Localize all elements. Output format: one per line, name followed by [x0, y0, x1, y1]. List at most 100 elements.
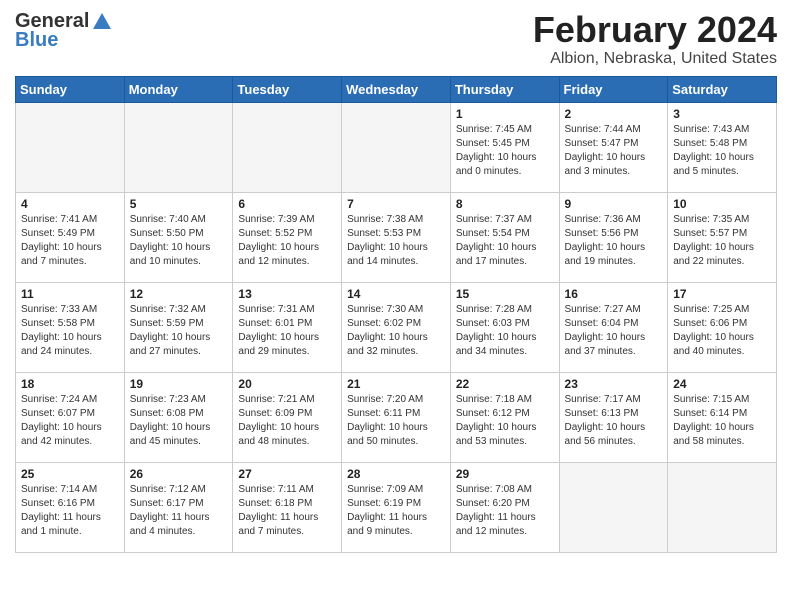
day-number: 10: [673, 197, 771, 211]
day-info: Sunrise: 7:21 AM Sunset: 6:09 PM Dayligh…: [238, 393, 336, 449]
day-cell: 4 Sunrise: 7:41 AM Sunset: 5:49 PM Daylig…: [16, 192, 125, 282]
day-number: 9: [565, 197, 663, 211]
day-info: Sunrise: 7:14 AM Sunset: 6:16 PM Dayligh…: [21, 483, 119, 539]
day-cell: 19 Sunrise: 7:23 AM Sunset: 6:08 PM Dayli…: [124, 372, 233, 462]
day-cell: 3 Sunrise: 7:43 AM Sunset: 5:48 PM Daylig…: [668, 102, 777, 192]
day-number: 13: [238, 287, 336, 301]
day-number: 23: [565, 377, 663, 391]
day-info: Sunrise: 7:28 AM Sunset: 6:03 PM Dayligh…: [456, 303, 554, 359]
week-row-5: 25 Sunrise: 7:14 AM Sunset: 6:16 PM Dayli…: [16, 462, 777, 552]
day-number: 26: [130, 467, 228, 481]
day-number: 7: [347, 197, 445, 211]
day-cell: 10 Sunrise: 7:35 AM Sunset: 5:57 PM Dayli…: [668, 192, 777, 282]
weekday-header-wednesday: Wednesday: [342, 76, 451, 102]
day-number: 20: [238, 377, 336, 391]
day-info: Sunrise: 7:23 AM Sunset: 6:08 PM Dayligh…: [130, 393, 228, 449]
day-number: 12: [130, 287, 228, 301]
day-info: Sunrise: 7:41 AM Sunset: 5:49 PM Dayligh…: [21, 213, 119, 269]
day-number: 19: [130, 377, 228, 391]
day-cell: [124, 102, 233, 192]
day-info: Sunrise: 7:20 AM Sunset: 6:11 PM Dayligh…: [347, 393, 445, 449]
day-info: Sunrise: 7:39 AM Sunset: 5:52 PM Dayligh…: [238, 213, 336, 269]
day-cell: 17 Sunrise: 7:25 AM Sunset: 6:06 PM Dayli…: [668, 282, 777, 372]
day-cell: 21 Sunrise: 7:20 AM Sunset: 6:11 PM Dayli…: [342, 372, 451, 462]
day-cell: 5 Sunrise: 7:40 AM Sunset: 5:50 PM Daylig…: [124, 192, 233, 282]
day-number: 18: [21, 377, 119, 391]
day-cell: 1 Sunrise: 7:45 AM Sunset: 5:45 PM Daylig…: [450, 102, 559, 192]
day-number: 4: [21, 197, 119, 211]
day-info: Sunrise: 7:18 AM Sunset: 6:12 PM Dayligh…: [456, 393, 554, 449]
day-cell: 27Sunrise: 7:11 AM Sunset: 6:18 PM Dayli…: [233, 462, 342, 552]
day-cell: 20 Sunrise: 7:21 AM Sunset: 6:09 PM Dayli…: [233, 372, 342, 462]
week-row-4: 18 Sunrise: 7:24 AM Sunset: 6:07 PM Dayli…: [16, 372, 777, 462]
day-info: Sunrise: 7:31 AM Sunset: 6:01 PM Dayligh…: [238, 303, 336, 359]
week-row-1: 1 Sunrise: 7:45 AM Sunset: 5:45 PM Daylig…: [16, 102, 777, 192]
day-number: 29: [456, 467, 554, 481]
day-cell: [233, 102, 342, 192]
day-cell: 22 Sunrise: 7:18 AM Sunset: 6:12 PM Dayli…: [450, 372, 559, 462]
week-row-2: 4 Sunrise: 7:41 AM Sunset: 5:49 PM Daylig…: [16, 192, 777, 282]
day-cell: 6Sunrise: 7:39 AM Sunset: 5:52 PM Daylig…: [233, 192, 342, 282]
day-info: Sunrise: 7:45 AM Sunset: 5:45 PM Dayligh…: [456, 123, 554, 179]
day-info: Sunrise: 7:35 AM Sunset: 5:57 PM Dayligh…: [673, 213, 771, 269]
day-info: Sunrise: 7:15 AM Sunset: 6:14 PM Dayligh…: [673, 393, 771, 449]
day-info: Sunrise: 7:24 AM Sunset: 6:07 PM Dayligh…: [21, 393, 119, 449]
weekday-header-row: SundayMondayTuesdayWednesdayThursdayFrid…: [16, 76, 777, 102]
logo: General Blue: [15, 10, 113, 52]
day-number: 5: [130, 197, 228, 211]
day-cell: 14Sunrise: 7:30 AM Sunset: 6:02 PM Dayli…: [342, 282, 451, 372]
day-info: Sunrise: 7:30 AM Sunset: 6:02 PM Dayligh…: [347, 303, 445, 359]
day-number: 16: [565, 287, 663, 301]
day-info: Sunrise: 7:36 AM Sunset: 5:56 PM Dayligh…: [565, 213, 663, 269]
logo-icon: [91, 11, 113, 33]
location-title: Albion, Nebraska, United States: [533, 50, 777, 68]
day-info: Sunrise: 7:44 AM Sunset: 5:47 PM Dayligh…: [565, 123, 663, 179]
day-cell: 28 Sunrise: 7:09 AM Sunset: 6:19 PM Dayli…: [342, 462, 451, 552]
day-cell: 25 Sunrise: 7:14 AM Sunset: 6:16 PM Dayli…: [16, 462, 125, 552]
day-cell: 18 Sunrise: 7:24 AM Sunset: 6:07 PM Dayli…: [16, 372, 125, 462]
week-row-3: 11Sunrise: 7:33 AM Sunset: 5:58 PM Dayli…: [16, 282, 777, 372]
day-number: 27: [238, 467, 336, 481]
day-cell: 9 Sunrise: 7:36 AM Sunset: 5:56 PM Daylig…: [559, 192, 668, 282]
day-info: Sunrise: 7:40 AM Sunset: 5:50 PM Dayligh…: [130, 213, 228, 269]
weekday-header-sunday: Sunday: [16, 76, 125, 102]
weekday-header-thursday: Thursday: [450, 76, 559, 102]
day-cell: 16 Sunrise: 7:27 AM Sunset: 6:04 PM Dayli…: [559, 282, 668, 372]
day-info: Sunrise: 7:43 AM Sunset: 5:48 PM Dayligh…: [673, 123, 771, 179]
day-cell: 23 Sunrise: 7:17 AM Sunset: 6:13 PM Dayli…: [559, 372, 668, 462]
day-info: Sunrise: 7:08 AM Sunset: 6:20 PM Dayligh…: [456, 483, 554, 539]
day-info: Sunrise: 7:09 AM Sunset: 6:19 PM Dayligh…: [347, 483, 445, 539]
day-cell: 7 Sunrise: 7:38 AM Sunset: 5:53 PM Daylig…: [342, 192, 451, 282]
weekday-header-friday: Friday: [559, 76, 668, 102]
day-info: Sunrise: 7:25 AM Sunset: 6:06 PM Dayligh…: [673, 303, 771, 359]
day-number: 1: [456, 107, 554, 121]
day-cell: 15Sunrise: 7:28 AM Sunset: 6:03 PM Dayli…: [450, 282, 559, 372]
day-number: 21: [347, 377, 445, 391]
day-cell: 26 Sunrise: 7:12 AM Sunset: 6:17 PM Dayli…: [124, 462, 233, 552]
month-title: February 2024: [533, 10, 777, 50]
day-info: Sunrise: 7:27 AM Sunset: 6:04 PM Dayligh…: [565, 303, 663, 359]
day-cell: 11Sunrise: 7:33 AM Sunset: 5:58 PM Dayli…: [16, 282, 125, 372]
calendar-table: SundayMondayTuesdayWednesdayThursdayFrid…: [15, 76, 777, 553]
weekday-header-tuesday: Tuesday: [233, 76, 342, 102]
day-cell: 13 Sunrise: 7:31 AM Sunset: 6:01 PM Dayli…: [233, 282, 342, 372]
weekday-header-saturday: Saturday: [668, 76, 777, 102]
day-number: 8: [456, 197, 554, 211]
day-number: 22: [456, 377, 554, 391]
day-cell: 8Sunrise: 7:37 AM Sunset: 5:54 PM Daylig…: [450, 192, 559, 282]
day-number: 3: [673, 107, 771, 121]
day-info: Sunrise: 7:33 AM Sunset: 5:58 PM Dayligh…: [21, 303, 119, 359]
day-cell: 12 Sunrise: 7:32 AM Sunset: 5:59 PM Dayli…: [124, 282, 233, 372]
day-cell: 29 Sunrise: 7:08 AM Sunset: 6:20 PM Dayli…: [450, 462, 559, 552]
day-number: 24: [673, 377, 771, 391]
day-number: 28: [347, 467, 445, 481]
day-cell: 24 Sunrise: 7:15 AM Sunset: 6:14 PM Dayli…: [668, 372, 777, 462]
day-number: 17: [673, 287, 771, 301]
day-info: Sunrise: 7:17 AM Sunset: 6:13 PM Dayligh…: [565, 393, 663, 449]
day-info: Sunrise: 7:38 AM Sunset: 5:53 PM Dayligh…: [347, 213, 445, 269]
day-info: Sunrise: 7:32 AM Sunset: 5:59 PM Dayligh…: [130, 303, 228, 359]
day-number: 2: [565, 107, 663, 121]
day-info: Sunrise: 7:12 AM Sunset: 6:17 PM Dayligh…: [130, 483, 228, 539]
title-block: February 2024 Albion, Nebraska, United S…: [533, 10, 777, 68]
day-number: 25: [21, 467, 119, 481]
